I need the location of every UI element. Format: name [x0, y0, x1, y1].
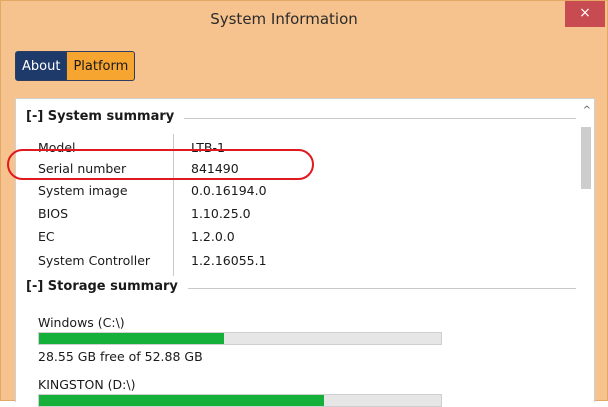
- drive-usage-bar: [38, 332, 442, 345]
- row-value-system-image: 0.0.16194.0: [191, 183, 267, 198]
- section-divider: [184, 118, 576, 119]
- window-title: System Information: [210, 10, 358, 28]
- drive-usage-fill: [39, 333, 224, 344]
- row-value-bios: 1.10.25.0: [191, 206, 251, 221]
- storage-summary-header[interactable]: [-] Storage summary: [26, 279, 178, 294]
- row-label-system-image: System image: [38, 183, 128, 198]
- drive-free-space: 28.55 GB free of 52.88 GB: [38, 349, 203, 364]
- title-bar: System Information ×: [1, 1, 607, 39]
- tab-bar: About Platform: [15, 51, 136, 83]
- close-button[interactable]: ×: [565, 1, 605, 27]
- section-divider: [188, 288, 576, 289]
- drive-name: Windows (C:\): [38, 315, 125, 330]
- serial-number-highlight: [7, 149, 314, 180]
- scroll-thumb[interactable]: [581, 127, 591, 189]
- row-label-bios: BIOS: [38, 206, 69, 221]
- scroll-up-icon[interactable]: ^: [583, 105, 591, 116]
- system-summary-header[interactable]: [-] System summary: [26, 109, 175, 124]
- row-label-ec: EC: [38, 229, 55, 244]
- tab-about[interactable]: About: [15, 51, 68, 81]
- row-value-system-controller: 1.2.16055.1: [191, 253, 267, 268]
- close-icon: ×: [579, 5, 591, 21]
- system-information-window: System Information × About Platform [-] …: [0, 0, 608, 407]
- vertical-scrollbar[interactable]: ^: [578, 99, 594, 403]
- row-value-ec: 1.2.0.0: [191, 229, 235, 244]
- row-label-system-controller: System Controller: [38, 253, 151, 268]
- tab-platform[interactable]: Platform: [67, 51, 136, 81]
- info-panel: [-] System summary Model LTB-1 Serial nu…: [15, 98, 595, 407]
- drive-name: KINGSTON (D:\): [38, 377, 136, 392]
